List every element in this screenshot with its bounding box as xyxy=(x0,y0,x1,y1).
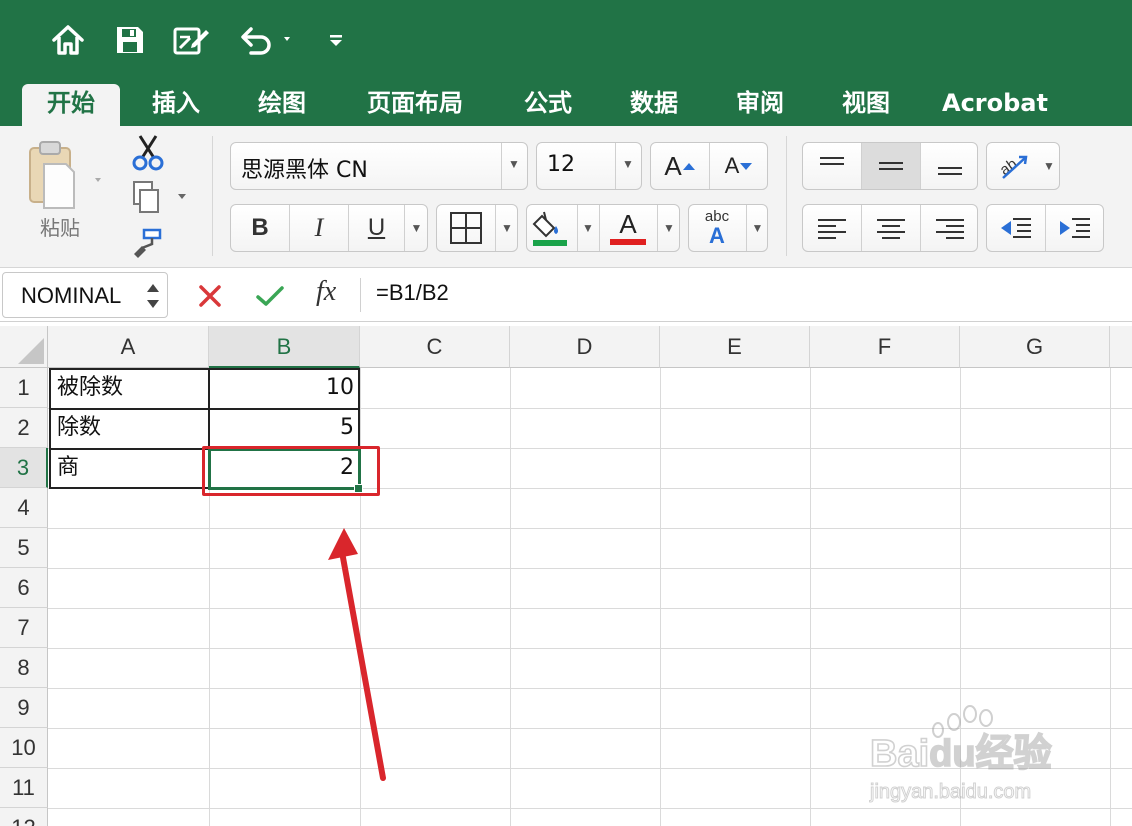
fill-color-swatch xyxy=(533,240,567,246)
formula-bar: NOMINAL fx =B1/B2 xyxy=(0,268,1132,322)
horizontal-align-group xyxy=(802,204,978,252)
align-bottom-button[interactable] xyxy=(921,143,978,189)
font-color-swatch xyxy=(610,239,646,245)
cut-icon[interactable] xyxy=(130,132,166,172)
font-size-value: 12 xyxy=(547,152,575,177)
align-right-button[interactable] xyxy=(921,205,978,251)
name-box[interactable]: NOMINAL xyxy=(2,272,168,318)
ribbon-separator xyxy=(212,136,213,256)
formula-divider xyxy=(360,278,361,312)
arrow-down-icon xyxy=(740,163,753,170)
phonetic-guide-button[interactable]: abc A ▼ xyxy=(688,204,768,252)
font-size-adjust-group: A A xyxy=(650,142,768,190)
chevron-down-icon: ▼ xyxy=(582,221,594,235)
chevron-down-icon: ▼ xyxy=(410,221,423,235)
copy-icon[interactable] xyxy=(130,178,192,218)
ribbon-tabs: 开始 插入 绘图 页面布局 公式 数据 审阅 视图 Acrobat xyxy=(0,80,1132,126)
align-middle-button[interactable] xyxy=(862,143,920,189)
edit-document-icon[interactable] xyxy=(170,18,212,62)
font-size-divider xyxy=(615,143,616,189)
paste-label: 粘贴 xyxy=(40,216,80,240)
name-box-value: NOMINAL xyxy=(21,283,122,308)
worksheet-grid: A B C D E F G 1 2 3 4 5 6 7 8 9 10 11 12… xyxy=(0,322,1132,826)
phonetic-options[interactable]: ▼ xyxy=(747,205,768,251)
paste-button[interactable] xyxy=(22,138,112,214)
bold-letter: B xyxy=(251,214,269,241)
fill-color-options[interactable]: ▼ xyxy=(578,205,598,251)
decrease-indent-button[interactable] xyxy=(987,205,1045,251)
text-orientation-icon: ab xyxy=(987,143,1039,189)
chevron-down-icon: ▼ xyxy=(1043,159,1055,173)
underline-options-button[interactable]: ▼ xyxy=(405,205,428,251)
align-center-button[interactable] xyxy=(862,205,920,251)
tab-view[interactable]: 视图 xyxy=(826,84,906,126)
italic-button[interactable]: I xyxy=(290,205,348,251)
ribbon-separator xyxy=(786,136,787,256)
vertical-align-group xyxy=(802,142,978,190)
font-color-button[interactable]: A xyxy=(600,205,656,251)
fill-color-button[interactable] xyxy=(527,205,573,251)
baidu-watermark: Baidu经验 jingyan.baidu.com xyxy=(868,704,1088,804)
chevron-down-icon: ▼ xyxy=(663,221,675,235)
align-left-button[interactable] xyxy=(803,205,861,251)
quick-access-toolbar xyxy=(0,0,1132,80)
align-top-button[interactable] xyxy=(803,143,861,189)
orientation-options[interactable]: ▼ xyxy=(1039,143,1059,189)
confirm-formula-icon[interactable] xyxy=(254,282,286,310)
shrink-font-button[interactable]: A xyxy=(710,143,768,189)
tab-page-layout[interactable]: 页面布局 xyxy=(352,84,478,126)
font-size-dropdown[interactable]: 12 ▼ xyxy=(536,142,642,190)
indent-group xyxy=(986,204,1104,252)
tab-draw[interactable]: 绘图 xyxy=(242,84,322,126)
font-color-letter: A xyxy=(619,209,637,239)
format-painter-icon[interactable] xyxy=(130,224,166,262)
grow-font-letter: A xyxy=(664,150,682,181)
italic-letter: I xyxy=(314,213,324,242)
ribbon-home: 粘贴 思源黑体 CN ▼ 12 ▼ A A B I U ▼ ▼ ▼ A ▼ ab… xyxy=(0,126,1132,268)
font-color-options[interactable]: ▼ xyxy=(658,205,680,251)
baidu-paw-logo: Baidu经验 jingyan.baidu.com xyxy=(869,705,1052,804)
home-icon[interactable] xyxy=(48,18,88,62)
borders-options[interactable]: ▼ xyxy=(496,205,518,251)
insert-function-button[interactable]: fx xyxy=(316,276,336,308)
font-name-value: 思源黑体 CN xyxy=(241,158,368,183)
chevron-down-icon: ▼ xyxy=(501,221,513,235)
underline-button[interactable]: U xyxy=(349,205,404,251)
shrink-font-letter: A xyxy=(724,153,740,178)
borders-button[interactable]: ▼ xyxy=(436,204,518,252)
name-box-stepper-icon[interactable] xyxy=(145,279,161,313)
bold-button[interactable]: B xyxy=(231,205,289,251)
grow-font-button[interactable]: A xyxy=(651,143,709,189)
borders-icon xyxy=(437,205,495,251)
save-icon[interactable] xyxy=(110,18,150,62)
orientation-button[interactable]: ab ▼ xyxy=(986,142,1060,190)
tab-formulas[interactable]: 公式 xyxy=(508,84,588,126)
watermark-url: jingyan.baidu.com xyxy=(869,781,1031,803)
tab-acrobat[interactable]: Acrobat xyxy=(936,84,1054,126)
font-style-group: B I U ▼ xyxy=(230,204,428,252)
chevron-down-icon: ▼ xyxy=(508,157,520,171)
decrease-indent-icon xyxy=(1001,218,1031,238)
phonetic-letter: A xyxy=(709,223,725,248)
arrow-up-icon xyxy=(682,163,695,170)
chevron-down-icon: ▼ xyxy=(622,157,634,171)
color-group: ▼ A ▼ xyxy=(526,204,680,252)
tab-review[interactable]: 审阅 xyxy=(720,84,800,126)
chevron-down-icon: ▼ xyxy=(751,221,764,235)
customize-toolbar-icon[interactable] xyxy=(324,18,348,62)
increase-indent-button[interactable] xyxy=(1046,205,1104,251)
underline-letter: U xyxy=(367,214,386,241)
watermark-logo-text: Baidu经验 xyxy=(870,733,1052,775)
increase-indent-icon xyxy=(1060,218,1090,238)
tab-home[interactable]: 开始 xyxy=(22,84,120,126)
undo-icon[interactable] xyxy=(236,18,298,62)
tab-data[interactable]: 数据 xyxy=(614,84,694,126)
phonetic-icon: abc A xyxy=(689,205,745,251)
font-name-divider xyxy=(501,143,502,189)
cancel-formula-icon[interactable] xyxy=(196,282,224,310)
font-name-dropdown[interactable]: 思源黑体 CN ▼ xyxy=(230,142,528,190)
formula-input[interactable]: =B1/B2 xyxy=(376,280,449,306)
tab-insert[interactable]: 插入 xyxy=(136,84,216,126)
